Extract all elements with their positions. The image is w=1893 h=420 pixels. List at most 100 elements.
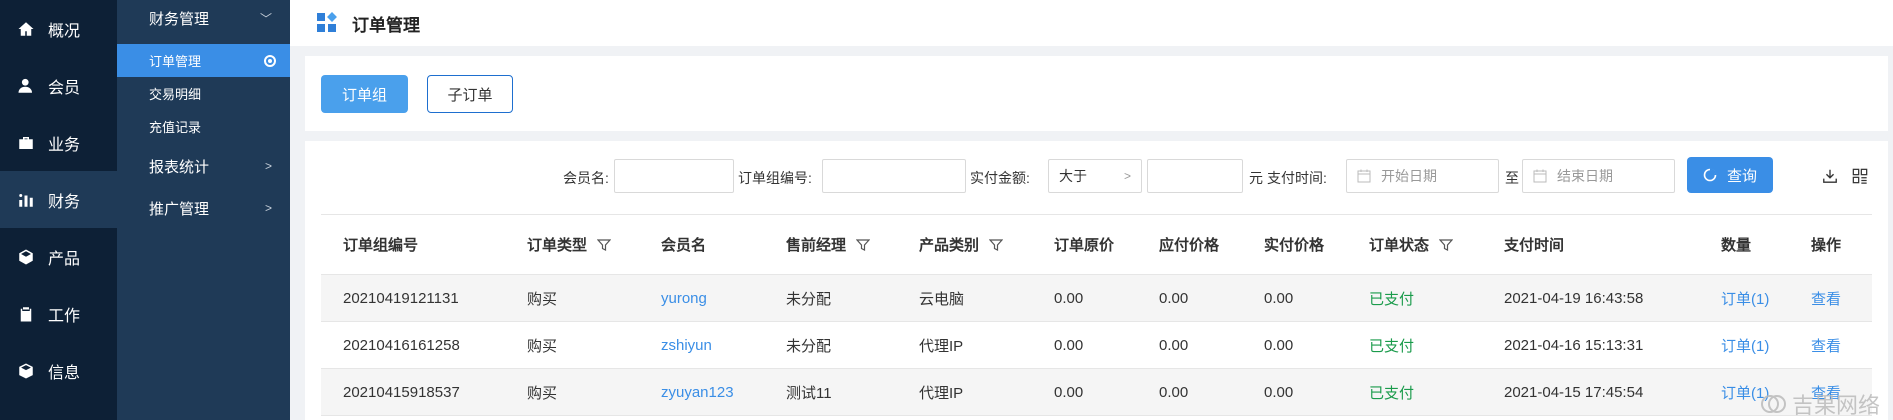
watermark: 吉果网络	[1760, 388, 1880, 420]
nav-label: 产品	[48, 250, 81, 268]
cell-paid-price: 0.00	[1242, 321, 1347, 369]
menu-item-label: 订单管理	[149, 54, 202, 69]
cell-manager: 未分配	[764, 274, 897, 322]
col-label: 售前经理	[786, 237, 847, 254]
start-date-input[interactable]: 开始日期	[1346, 159, 1499, 193]
menu-group-promotion[interactable]: 推广管理 >	[117, 187, 290, 229]
compare-select[interactable]: 大于 >	[1048, 159, 1142, 193]
member-label: 会员名:	[563, 170, 609, 186]
cell-order-type: 购买	[505, 321, 639, 369]
col-quantity: 数量	[1699, 214, 1789, 275]
filter-icon[interactable]	[856, 238, 871, 252]
menu-item-label: 充值记录	[149, 120, 202, 135]
nav-label: 财务	[48, 193, 81, 211]
calendar-icon	[1357, 169, 1371, 183]
quantity-link[interactable]: 订单(1)	[1699, 321, 1789, 369]
member-link[interactable]: yurong	[639, 274, 764, 322]
filter-icon[interactable]	[597, 238, 612, 252]
watermark-logo-icon	[1760, 391, 1786, 417]
user-icon	[16, 76, 36, 96]
cell-due-price: 0.00	[1137, 368, 1242, 416]
cell-manager: 未分配	[764, 321, 897, 369]
cell-order-type: 购买	[505, 274, 639, 322]
menu-group-reports[interactable]: 报表统计 >	[117, 145, 290, 187]
nav-item-business[interactable]: 业务	[0, 114, 117, 171]
download-icon[interactable]	[1820, 166, 1840, 186]
cell-order-group-no: 20210416161258	[321, 321, 505, 369]
order-group-no-input[interactable]	[822, 159, 966, 193]
chevron-down-icon: ﹀	[259, 11, 272, 26]
view-link[interactable]: 查看	[1789, 321, 1872, 369]
nav-item-work[interactable]: 工作	[0, 285, 117, 342]
col-label: 订单类型	[527, 237, 588, 254]
status-badge: 已支付	[1347, 368, 1482, 416]
chevron-right-icon: >	[1123, 169, 1131, 183]
col-product-category[interactable]: 产品类别	[897, 214, 1032, 275]
col-original-price: 订单原价	[1032, 214, 1137, 275]
tab-sub-order[interactable]: 子订单	[427, 75, 513, 113]
order-table: 订单组编号 订单类型 会员名 售前经理 产品类别 订单原价 应付价格 实付价格 …	[321, 214, 1872, 416]
nav-label: 信息	[48, 364, 81, 382]
status-badge: 已支付	[1347, 321, 1482, 369]
col-presales-manager[interactable]: 售前经理	[764, 214, 897, 275]
col-due-price: 应付价格	[1137, 214, 1242, 275]
view-link[interactable]: 查看	[1789, 274, 1872, 322]
active-indicator-icon	[264, 54, 276, 67]
tab-order-group[interactable]: 订单组	[321, 75, 408, 113]
nav-item-info[interactable]: 信息	[0, 342, 117, 399]
nav-item-product[interactable]: 产品	[0, 228, 117, 285]
menu-item-recharge[interactable]: 充值记录	[117, 110, 290, 143]
menu-item-order-management[interactable]: 订单管理	[117, 44, 290, 77]
menu-group-finance[interactable]: 财务管理 ﹀	[117, 0, 290, 36]
chevron-right-icon: >	[264, 201, 272, 215]
cell-category: 云电脑	[897, 274, 1032, 322]
table-row: 20210415918537 购买 zyuyan123 测试11 代理IP 0.…	[321, 368, 1872, 416]
order-group-no-label: 订单组编号:	[738, 170, 812, 186]
nav-label: 业务	[48, 136, 81, 154]
tab-bar: 订单组 子订单	[305, 56, 1888, 131]
nav-item-member[interactable]: 会员	[0, 57, 117, 114]
table-row: 20210416161258 购买 zshiyun 未分配 代理IP 0.00 …	[321, 321, 1872, 369]
cell-category: 代理IP	[897, 321, 1032, 369]
menu-item-transactions[interactable]: 交易明细	[117, 77, 290, 110]
query-button[interactable]: 查询	[1687, 157, 1773, 193]
end-date-placeholder: 结束日期	[1557, 168, 1613, 184]
start-date-placeholder: 开始日期	[1381, 168, 1437, 184]
filter-icon[interactable]	[989, 238, 1004, 252]
cell-pay-time: 2021-04-15 17:45:54	[1482, 368, 1699, 416]
member-input[interactable]	[614, 159, 734, 193]
menu-group-label: 财务管理	[149, 10, 210, 28]
menu-item-label: 交易明细	[149, 87, 202, 102]
quantity-link[interactable]: 订单(1)	[1699, 274, 1789, 322]
col-label: 产品类别	[919, 237, 980, 254]
member-link[interactable]: zshiyun	[639, 321, 764, 369]
nav-item-finance[interactable]: 财务	[0, 171, 117, 228]
status-badge: 已支付	[1347, 274, 1482, 322]
end-date-input[interactable]: 结束日期	[1522, 159, 1675, 193]
paid-amount-input[interactable]	[1147, 159, 1243, 193]
cell-order-group-no: 20210415918537	[321, 368, 505, 416]
member-link[interactable]: zyuyan123	[639, 368, 764, 416]
pay-time-label: 支付时间:	[1267, 170, 1327, 186]
col-order-group-no: 订单组编号	[321, 214, 505, 275]
chart-icon	[16, 190, 36, 210]
columns-icon[interactable]	[1850, 166, 1870, 186]
apps-icon	[316, 12, 338, 34]
filter-icon[interactable]	[1439, 238, 1454, 252]
page-title: 订单管理	[352, 15, 420, 35]
clipboard-icon	[16, 304, 36, 324]
filter-bar: 会员名: 订单组编号: 实付金额: 大于 > 元 支付时间: 开始日期 至 结束…	[305, 157, 1888, 195]
col-order-status[interactable]: 订单状态	[1347, 214, 1482, 275]
nav-label: 工作	[48, 307, 81, 325]
col-pay-time: 支付时间	[1482, 214, 1699, 275]
query-button-label: 查询	[1726, 167, 1757, 185]
cell-paid-price: 0.00	[1242, 274, 1347, 322]
table-row: 20210419121131 购买 yurong 未分配 云电脑 0.00 0.…	[321, 274, 1872, 322]
nav-item-overview[interactable]: 概况	[0, 0, 117, 57]
table-header-row: 订单组编号 订单类型 会员名 售前经理 产品类别 订单原价 应付价格 实付价格 …	[321, 214, 1872, 275]
nav-label: 概况	[48, 22, 81, 40]
cell-category: 代理IP	[897, 368, 1032, 416]
col-order-type[interactable]: 订单类型	[505, 214, 639, 275]
watermark-text: 吉果网络	[1791, 393, 1880, 418]
cell-pay-time: 2021-04-19 16:43:58	[1482, 274, 1699, 322]
